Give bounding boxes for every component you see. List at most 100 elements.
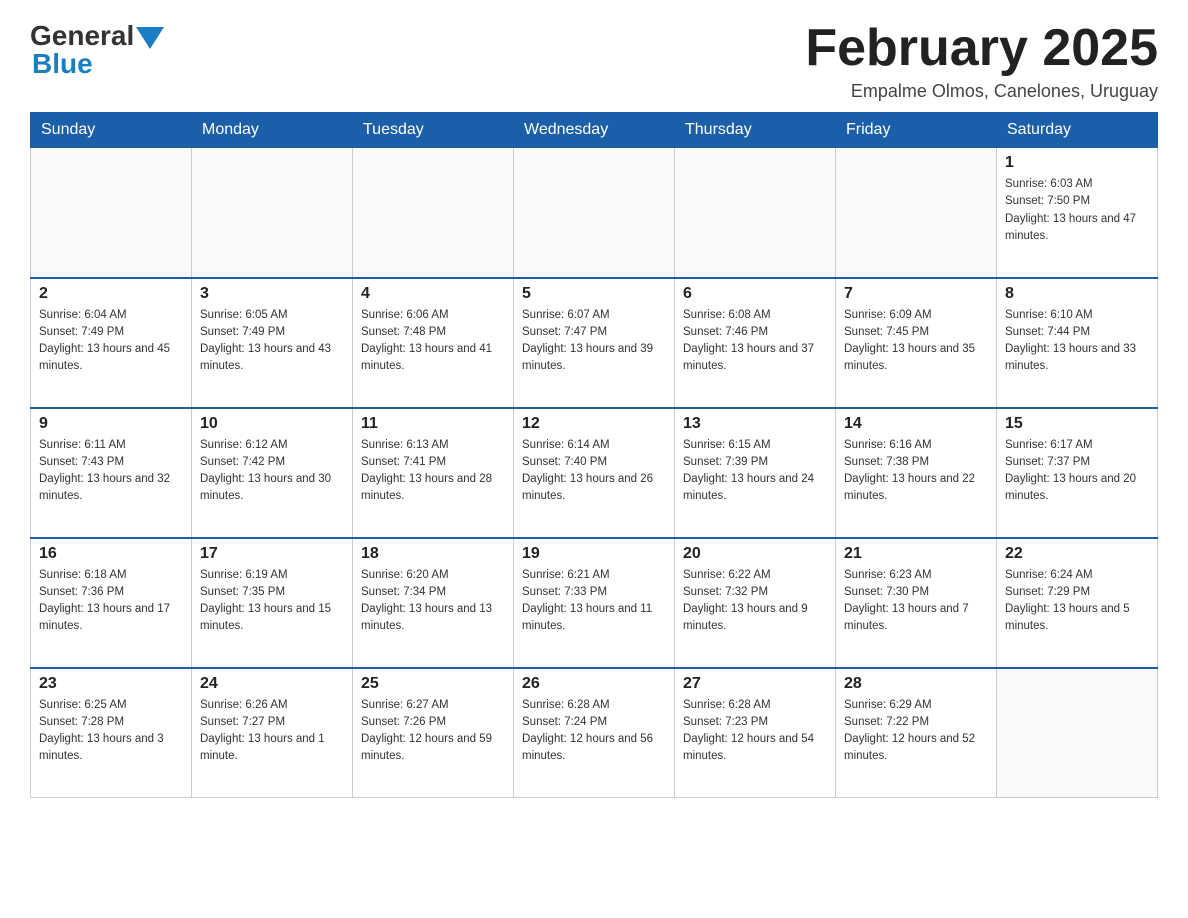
day-info: Sunrise: 6:04 AM Sunset: 7:49 PM Dayligh…	[39, 307, 183, 376]
day-number: 2	[39, 285, 183, 303]
day-info: Sunrise: 6:07 AM Sunset: 7:47 PM Dayligh…	[522, 307, 666, 376]
calendar-cell: 6 Sunrise: 6:08 AM Sunset: 7:46 PM Daylig…	[675, 278, 836, 408]
day-info: Sunrise: 6:10 AM Sunset: 7:44 PM Dayligh…	[1005, 307, 1149, 376]
day-number: 24	[200, 675, 344, 693]
day-info: Sunrise: 6:22 AM Sunset: 7:32 PM Dayligh…	[683, 567, 827, 636]
column-header-saturday: Saturday	[997, 113, 1158, 148]
day-number: 7	[844, 285, 988, 303]
day-info: Sunrise: 6:17 AM Sunset: 7:37 PM Dayligh…	[1005, 437, 1149, 506]
day-info: Sunrise: 6:28 AM Sunset: 7:24 PM Dayligh…	[522, 697, 666, 766]
calendar-cell: 22 Sunrise: 6:24 AM Sunset: 7:29 PM Dayli…	[997, 538, 1158, 668]
day-number: 25	[361, 675, 505, 693]
calendar-cell	[836, 148, 997, 278]
day-number: 22	[1005, 545, 1149, 563]
calendar-week-row: 2 Sunrise: 6:04 AM Sunset: 7:49 PM Daylig…	[31, 278, 1158, 408]
calendar-cell: 18 Sunrise: 6:20 AM Sunset: 7:34 PM Dayli…	[353, 538, 514, 668]
day-info: Sunrise: 6:21 AM Sunset: 7:33 PM Dayligh…	[522, 567, 666, 636]
calendar-cell: 16 Sunrise: 6:18 AM Sunset: 7:36 PM Dayli…	[31, 538, 192, 668]
calendar-cell: 28 Sunrise: 6:29 AM Sunset: 7:22 PM Dayli…	[836, 668, 997, 798]
day-info: Sunrise: 6:25 AM Sunset: 7:28 PM Dayligh…	[39, 697, 183, 766]
day-number: 27	[683, 675, 827, 693]
day-number: 3	[200, 285, 344, 303]
logo-arrow-icon	[136, 27, 164, 49]
calendar-cell	[192, 148, 353, 278]
day-info: Sunrise: 6:26 AM Sunset: 7:27 PM Dayligh…	[200, 697, 344, 766]
day-info: Sunrise: 6:11 AM Sunset: 7:43 PM Dayligh…	[39, 437, 183, 506]
day-number: 20	[683, 545, 827, 563]
day-number: 18	[361, 545, 505, 563]
calendar-week-row: 16 Sunrise: 6:18 AM Sunset: 7:36 PM Dayli…	[31, 538, 1158, 668]
day-number: 23	[39, 675, 183, 693]
calendar-cell: 10 Sunrise: 6:12 AM Sunset: 7:42 PM Dayli…	[192, 408, 353, 538]
day-number: 28	[844, 675, 988, 693]
day-info: Sunrise: 6:18 AM Sunset: 7:36 PM Dayligh…	[39, 567, 183, 636]
day-info: Sunrise: 6:09 AM Sunset: 7:45 PM Dayligh…	[844, 307, 988, 376]
calendar-cell: 21 Sunrise: 6:23 AM Sunset: 7:30 PM Dayli…	[836, 538, 997, 668]
calendar-cell	[31, 148, 192, 278]
day-number: 6	[683, 285, 827, 303]
day-info: Sunrise: 6:19 AM Sunset: 7:35 PM Dayligh…	[200, 567, 344, 636]
calendar-cell: 23 Sunrise: 6:25 AM Sunset: 7:28 PM Dayli…	[31, 668, 192, 798]
calendar-header-row: SundayMondayTuesdayWednesdayThursdayFrid…	[31, 113, 1158, 148]
day-info: Sunrise: 6:06 AM Sunset: 7:48 PM Dayligh…	[361, 307, 505, 376]
day-number: 11	[361, 415, 505, 433]
day-number: 16	[39, 545, 183, 563]
column-header-sunday: Sunday	[31, 113, 192, 148]
day-info: Sunrise: 6:13 AM Sunset: 7:41 PM Dayligh…	[361, 437, 505, 506]
calendar-table: SundayMondayTuesdayWednesdayThursdayFrid…	[30, 112, 1158, 798]
column-header-tuesday: Tuesday	[353, 113, 514, 148]
calendar-week-row: 1 Sunrise: 6:03 AM Sunset: 7:50 PM Daylig…	[31, 148, 1158, 278]
day-number: 14	[844, 415, 988, 433]
day-info: Sunrise: 6:08 AM Sunset: 7:46 PM Dayligh…	[683, 307, 827, 376]
day-info: Sunrise: 6:12 AM Sunset: 7:42 PM Dayligh…	[200, 437, 344, 506]
day-number: 4	[361, 285, 505, 303]
day-number: 1	[1005, 154, 1149, 172]
page-header: General Blue February 2025 Empalme Olmos…	[30, 20, 1158, 102]
day-number: 10	[200, 415, 344, 433]
calendar-cell: 17 Sunrise: 6:19 AM Sunset: 7:35 PM Dayli…	[192, 538, 353, 668]
calendar-cell: 27Sunrise: 6:28 AM Sunset: 7:23 PM Dayli…	[675, 668, 836, 798]
calendar-cell	[514, 148, 675, 278]
calendar-week-row: 9 Sunrise: 6:11 AM Sunset: 7:43 PM Daylig…	[31, 408, 1158, 538]
day-number: 13	[683, 415, 827, 433]
title-section: February 2025 Empalme Olmos, Canelones, …	[805, 20, 1158, 102]
day-number: 21	[844, 545, 988, 563]
calendar-cell	[997, 668, 1158, 798]
day-info: Sunrise: 6:03 AM Sunset: 7:50 PM Dayligh…	[1005, 176, 1149, 245]
day-info: Sunrise: 6:23 AM Sunset: 7:30 PM Dayligh…	[844, 567, 988, 636]
month-title: February 2025	[805, 20, 1158, 77]
day-number: 17	[200, 545, 344, 563]
calendar-cell: 19Sunrise: 6:21 AM Sunset: 7:33 PM Dayli…	[514, 538, 675, 668]
calendar-cell: 2 Sunrise: 6:04 AM Sunset: 7:49 PM Daylig…	[31, 278, 192, 408]
day-number: 26	[522, 675, 666, 693]
day-number: 8	[1005, 285, 1149, 303]
calendar-cell: 11 Sunrise: 6:13 AM Sunset: 7:41 PM Dayli…	[353, 408, 514, 538]
calendar-cell: 20 Sunrise: 6:22 AM Sunset: 7:32 PM Dayli…	[675, 538, 836, 668]
day-number: 12	[522, 415, 666, 433]
calendar-cell: 4 Sunrise: 6:06 AM Sunset: 7:48 PM Daylig…	[353, 278, 514, 408]
column-header-wednesday: Wednesday	[514, 113, 675, 148]
day-info: Sunrise: 6:14 AM Sunset: 7:40 PM Dayligh…	[522, 437, 666, 506]
calendar-cell: 9 Sunrise: 6:11 AM Sunset: 7:43 PM Daylig…	[31, 408, 192, 538]
calendar-cell: 1 Sunrise: 6:03 AM Sunset: 7:50 PM Daylig…	[997, 148, 1158, 278]
calendar-cell: 25 Sunrise: 6:27 AM Sunset: 7:26 PM Dayli…	[353, 668, 514, 798]
column-header-monday: Monday	[192, 113, 353, 148]
location-subtitle: Empalme Olmos, Canelones, Uruguay	[805, 81, 1158, 102]
calendar-cell: 26 Sunrise: 6:28 AM Sunset: 7:24 PM Dayli…	[514, 668, 675, 798]
calendar-week-row: 23 Sunrise: 6:25 AM Sunset: 7:28 PM Dayli…	[31, 668, 1158, 798]
logo-blue: Blue	[30, 48, 93, 80]
calendar-cell: 24 Sunrise: 6:26 AM Sunset: 7:27 PM Dayli…	[192, 668, 353, 798]
calendar-cell: 12 Sunrise: 6:14 AM Sunset: 7:40 PM Dayli…	[514, 408, 675, 538]
day-number: 9	[39, 415, 183, 433]
day-info: Sunrise: 6:24 AM Sunset: 7:29 PM Dayligh…	[1005, 567, 1149, 636]
calendar-cell: 13Sunrise: 6:15 AM Sunset: 7:39 PM Dayli…	[675, 408, 836, 538]
calendar-cell: 8 Sunrise: 6:10 AM Sunset: 7:44 PM Daylig…	[997, 278, 1158, 408]
day-info: Sunrise: 6:20 AM Sunset: 7:34 PM Dayligh…	[361, 567, 505, 636]
calendar-cell: 3Sunrise: 6:05 AM Sunset: 7:49 PM Daylig…	[192, 278, 353, 408]
day-number: 15	[1005, 415, 1149, 433]
day-info: Sunrise: 6:29 AM Sunset: 7:22 PM Dayligh…	[844, 697, 988, 766]
day-info: Sunrise: 6:27 AM Sunset: 7:26 PM Dayligh…	[361, 697, 505, 766]
calendar-cell: 15 Sunrise: 6:17 AM Sunset: 7:37 PM Dayli…	[997, 408, 1158, 538]
column-header-thursday: Thursday	[675, 113, 836, 148]
calendar-cell	[353, 148, 514, 278]
